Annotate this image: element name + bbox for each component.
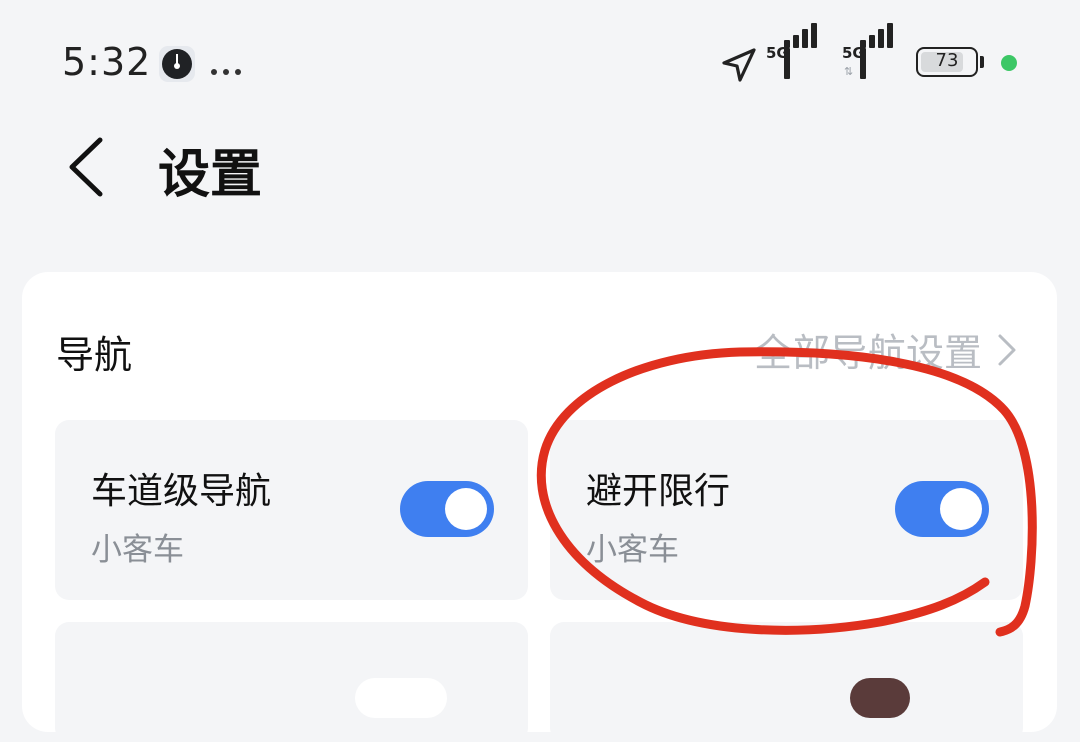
- toggle-knob: [445, 488, 487, 530]
- tile-avoid-restrictions[interactable]: 避开限行 小客车: [550, 420, 1023, 600]
- chevron-left-icon: [69, 137, 103, 197]
- avatar-partial: [850, 678, 910, 718]
- toggle-knob: [940, 488, 982, 530]
- signal-5g-icon: 5G: [764, 23, 828, 82]
- green-dot-indicator: [1001, 55, 1017, 71]
- back-button[interactable]: [60, 130, 120, 200]
- battery-level: 73: [935, 50, 959, 71]
- signal-5g-icon: 5G ⇅: [840, 23, 904, 82]
- all-navigation-settings-link[interactable]: 全部导航设置: [754, 322, 1018, 377]
- battery-tip: [980, 56, 984, 68]
- status-bar: 5:32 5G 5G ⇅ 73: [0, 0, 1080, 130]
- tile-title: 车道级导航: [91, 471, 272, 512]
- tile-next-row-right[interactable]: [550, 622, 1023, 742]
- tile-lane-navigation[interactable]: 车道级导航 小客车: [55, 420, 528, 600]
- chevron-right-icon: [998, 334, 1016, 365]
- avoid-restrictions-toggle[interactable]: [895, 481, 989, 537]
- tile-subtitle: 小客车: [91, 532, 184, 568]
- section-title-navigation: 导航: [56, 333, 133, 377]
- toggle-knob-partial: [355, 678, 447, 718]
- more-dots-icon: [211, 60, 247, 79]
- tile-subtitle: 小客车: [586, 532, 679, 568]
- status-time: 5:32: [62, 40, 152, 84]
- tile-next-row-left[interactable]: [55, 622, 528, 742]
- battery-icon: 73: [916, 47, 978, 77]
- page-title: 设置: [158, 145, 263, 205]
- location-arrow-icon: [722, 48, 756, 82]
- all-navigation-settings-label: 全部导航设置: [753, 331, 982, 375]
- tile-title: 避开限行: [586, 471, 731, 512]
- lane-navigation-toggle[interactable]: [400, 481, 494, 537]
- clock-app-icon: [159, 46, 195, 82]
